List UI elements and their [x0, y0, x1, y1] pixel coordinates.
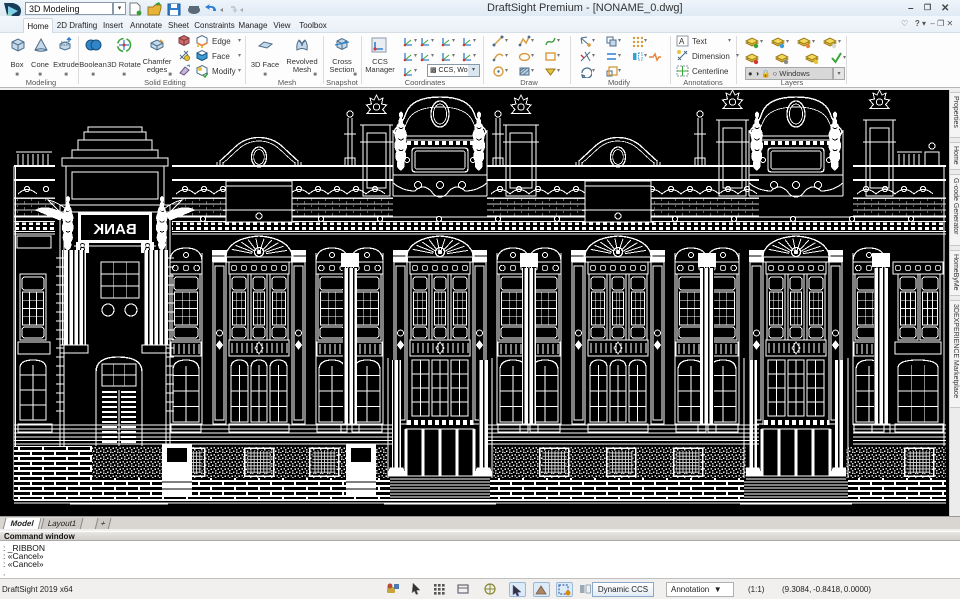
svg-text:A: A	[679, 37, 685, 46]
svg-text:BANK: BANK	[93, 221, 136, 238]
